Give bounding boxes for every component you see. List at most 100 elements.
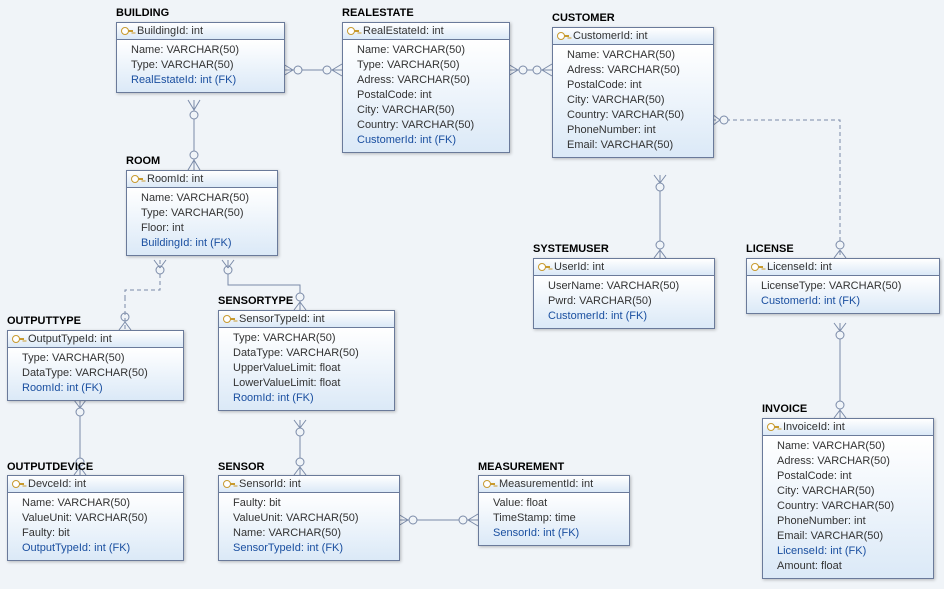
column: City: VARCHAR(50) xyxy=(567,93,707,108)
pk-row: BuildingId: int xyxy=(117,23,284,40)
column-fk: RealEstateId: int (FK) xyxy=(131,73,278,88)
entity-title-invoice: INVOICE xyxy=(762,403,807,415)
column: Country: VARCHAR(50) xyxy=(357,118,503,133)
column: Name: VARCHAR(50) xyxy=(777,439,927,454)
key-icon xyxy=(223,478,235,490)
pk-row: RoomId: int xyxy=(127,171,277,188)
column: ValueUnit: VARCHAR(50) xyxy=(233,511,393,526)
pk-text: UserId: int xyxy=(554,261,604,273)
key-icon xyxy=(557,30,569,42)
column: Type: VARCHAR(50) xyxy=(131,58,278,73)
key-icon xyxy=(131,173,143,185)
key-icon xyxy=(223,313,235,325)
pk-text: BuildingId: int xyxy=(137,25,203,37)
column: PostalCode: int xyxy=(357,88,503,103)
column: Country: VARCHAR(50) xyxy=(567,108,707,123)
column: UserName: VARCHAR(50) xyxy=(548,279,708,294)
pk-text: RoomId: int xyxy=(147,173,203,185)
entity-sensortype[interactable]: SensorTypeId: int Type: VARCHAR(50)DataT… xyxy=(218,310,395,411)
er-diagram-canvas: BUILDING BuildingId: int Name: VARCHAR(5… xyxy=(0,0,944,589)
column-fk: RoomId: int (FK) xyxy=(22,381,177,396)
key-icon xyxy=(767,421,779,433)
column: Pwrd: VARCHAR(50) xyxy=(548,294,708,309)
column: Faulty: bit xyxy=(22,526,177,541)
pk-row: SensorId: int xyxy=(219,476,399,493)
pk-row: SensorTypeId: int xyxy=(219,311,394,328)
entity-sensor[interactable]: SensorId: int Faulty: bitValueUnit: VARC… xyxy=(218,475,400,561)
column: PostalCode: int xyxy=(567,78,707,93)
column: Name: VARCHAR(50) xyxy=(567,48,707,63)
pk-row: DevceId: int xyxy=(8,476,183,493)
pk-row: CustomerId: int xyxy=(553,28,713,45)
column: Adress: VARCHAR(50) xyxy=(567,63,707,78)
pk-row: OutputTypeId: int xyxy=(8,331,183,348)
column-fk: LicenseId: int (FK) xyxy=(777,544,927,559)
column: Type: VARCHAR(50) xyxy=(357,58,503,73)
column: Email: VARCHAR(50) xyxy=(777,529,927,544)
entity-invoice[interactable]: InvoiceId: int Name: VARCHAR(50)Adress: … xyxy=(762,418,934,579)
column: Name: VARCHAR(50) xyxy=(357,43,503,58)
entity-systemuser[interactable]: UserId: int UserName: VARCHAR(50)Pwrd: V… xyxy=(533,258,715,329)
pk-text: SensorTypeId: int xyxy=(239,313,325,325)
entity-body: Name: VARCHAR(50)Type: VARCHAR(50)Floor:… xyxy=(127,188,277,255)
column: PhoneNumber: int xyxy=(567,123,707,138)
column-fk: CustomerId: int (FK) xyxy=(761,294,933,309)
column: Name: VARCHAR(50) xyxy=(233,526,393,541)
entity-room[interactable]: RoomId: int Name: VARCHAR(50)Type: VARCH… xyxy=(126,170,278,256)
key-icon xyxy=(751,261,763,273)
pk-text: DevceId: int xyxy=(28,478,86,490)
pk-text: InvoiceId: int xyxy=(783,421,845,433)
entity-outputdevice[interactable]: DevceId: int Name: VARCHAR(50)ValueUnit:… xyxy=(7,475,184,561)
entity-title-sensor: SENSOR xyxy=(218,461,264,473)
key-icon xyxy=(483,478,495,490)
entity-building[interactable]: BuildingId: int Name: VARCHAR(50)Type: V… xyxy=(116,22,285,93)
pk-row: UserId: int xyxy=(534,259,714,276)
column: Name: VARCHAR(50) xyxy=(22,496,177,511)
column: DataType: VARCHAR(50) xyxy=(233,346,388,361)
pk-row: LicenseId: int xyxy=(747,259,939,276)
column: Type: VARCHAR(50) xyxy=(141,206,271,221)
column: Email: VARCHAR(50) xyxy=(567,138,707,153)
entity-realestate[interactable]: RealEstateId: int Name: VARCHAR(50)Type:… xyxy=(342,22,510,153)
entity-title-measurement: MEASUREMENT xyxy=(478,461,564,473)
pk-text: MeasurementId: int xyxy=(499,478,593,490)
entity-body: Type: VARCHAR(50)DataType: VARCHAR(50)Ro… xyxy=(8,348,183,400)
column: Value: float xyxy=(493,496,623,511)
entity-body: Faulty: bitValueUnit: VARCHAR(50)Name: V… xyxy=(219,493,399,560)
pk-text: OutputTypeId: int xyxy=(28,333,112,345)
column-fk: SensorId: int (FK) xyxy=(493,526,623,541)
column: Type: VARCHAR(50) xyxy=(233,331,388,346)
column: Adress: VARCHAR(50) xyxy=(357,73,503,88)
column: ValueUnit: VARCHAR(50) xyxy=(22,511,177,526)
entity-body: UserName: VARCHAR(50)Pwrd: VARCHAR(50)Cu… xyxy=(534,276,714,328)
entity-body: Name: VARCHAR(50)Adress: VARCHAR(50)Post… xyxy=(553,45,713,157)
entity-title-systemuser: SYSTEMUSER xyxy=(533,243,609,255)
entity-outputtype[interactable]: OutputTypeId: int Type: VARCHAR(50)DataT… xyxy=(7,330,184,401)
key-icon xyxy=(12,478,24,490)
entity-title-outputtype: OUTPUTTYPE xyxy=(7,315,81,327)
entity-customer[interactable]: CustomerId: int Name: VARCHAR(50)Adress:… xyxy=(552,27,714,158)
column-fk: BuildingId: int (FK) xyxy=(141,236,271,251)
column: UpperValueLimit: float xyxy=(233,361,388,376)
entity-measurement[interactable]: MeasurementId: int Value: floatTimeStamp… xyxy=(478,475,630,546)
key-icon xyxy=(12,333,24,345)
column: LowerValueLimit: float xyxy=(233,376,388,391)
entity-body: Type: VARCHAR(50)DataType: VARCHAR(50)Up… xyxy=(219,328,394,410)
entity-license[interactable]: LicenseId: int LicenseType: VARCHAR(50)C… xyxy=(746,258,940,314)
entity-body: Value: floatTimeStamp: timeSensorId: int… xyxy=(479,493,629,545)
column-fk: SensorTypeId: int (FK) xyxy=(233,541,393,556)
column: City: VARCHAR(50) xyxy=(357,103,503,118)
entity-title-sensortype: SENSORTYPE xyxy=(218,295,293,307)
pk-row: RealEstateId: int xyxy=(343,23,509,40)
entity-body: Name: VARCHAR(50)ValueUnit: VARCHAR(50)F… xyxy=(8,493,183,560)
column: Country: VARCHAR(50) xyxy=(777,499,927,514)
column: Type: VARCHAR(50) xyxy=(22,351,177,366)
column: Floor: int xyxy=(141,221,271,236)
column: Name: VARCHAR(50) xyxy=(141,191,271,206)
key-icon xyxy=(347,25,359,37)
pk-text: CustomerId: int xyxy=(573,30,648,42)
column: PostalCode: int xyxy=(777,469,927,484)
column: Name: VARCHAR(50) xyxy=(131,43,278,58)
column: Faulty: bit xyxy=(233,496,393,511)
key-icon xyxy=(538,261,550,273)
